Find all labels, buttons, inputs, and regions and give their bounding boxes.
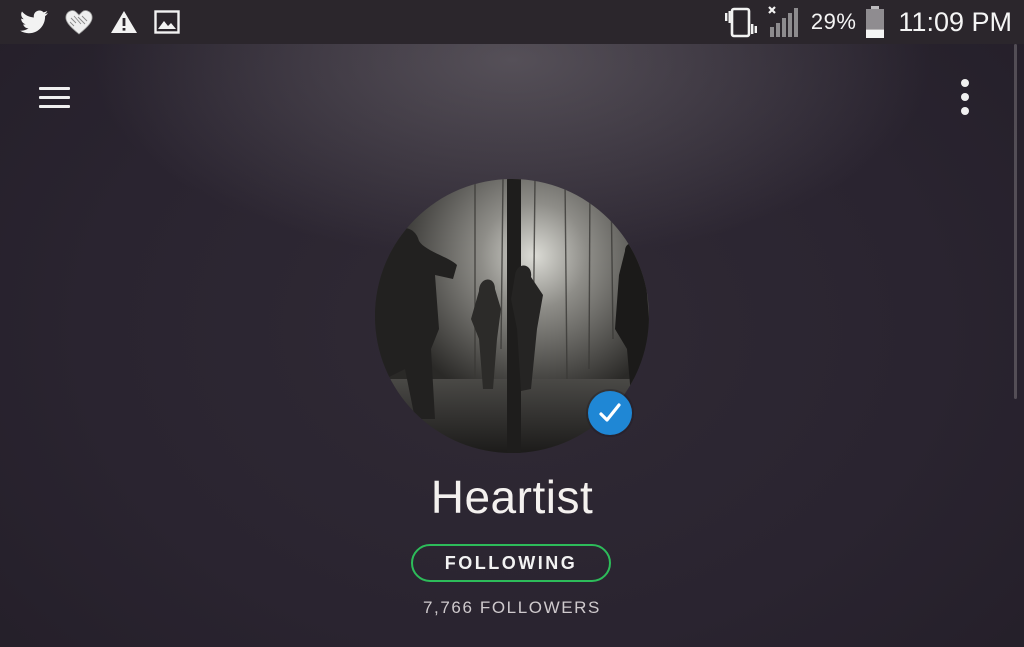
more-options-button[interactable] bbox=[946, 74, 984, 122]
verified-badge bbox=[588, 391, 632, 435]
status-bar: 29% 11:09 PM bbox=[0, 0, 1024, 44]
heart-icon bbox=[65, 10, 93, 35]
menu-button[interactable] bbox=[34, 80, 76, 116]
image-icon bbox=[154, 10, 180, 34]
artist-name: Heartist bbox=[430, 471, 594, 523]
warning-icon bbox=[111, 11, 137, 33]
scrollbar[interactable] bbox=[1014, 44, 1017, 399]
menu-icon-line-bottom bbox=[39, 105, 70, 108]
twitter-icon bbox=[20, 10, 48, 34]
status-time: 11:09 PM bbox=[898, 6, 1012, 37]
battery-percent: 29% bbox=[810, 9, 857, 34]
notification-icons bbox=[20, 9, 180, 35]
more-vert-icon-dot-1 bbox=[961, 79, 969, 87]
vibrate-icon bbox=[724, 7, 757, 38]
followers-count: 7,766 FOLLOWERS bbox=[422, 598, 601, 617]
more-vert-icon-dot-2 bbox=[961, 93, 969, 101]
more-vert-icon-dot-3 bbox=[961, 107, 969, 115]
signal-icon bbox=[768, 6, 798, 37]
artist-screen: 29% 11:09 PM Heartist FOLLOWING 7,766 FO… bbox=[0, 0, 1024, 647]
menu-icon-line-top bbox=[39, 87, 70, 90]
menu-icon-line-middle bbox=[39, 96, 70, 99]
battery-icon bbox=[866, 6, 885, 38]
system-indicators: 29% 11:09 PM bbox=[723, 4, 1012, 40]
following-button[interactable]: FOLLOWING bbox=[411, 544, 611, 582]
check-icon bbox=[599, 403, 621, 422]
